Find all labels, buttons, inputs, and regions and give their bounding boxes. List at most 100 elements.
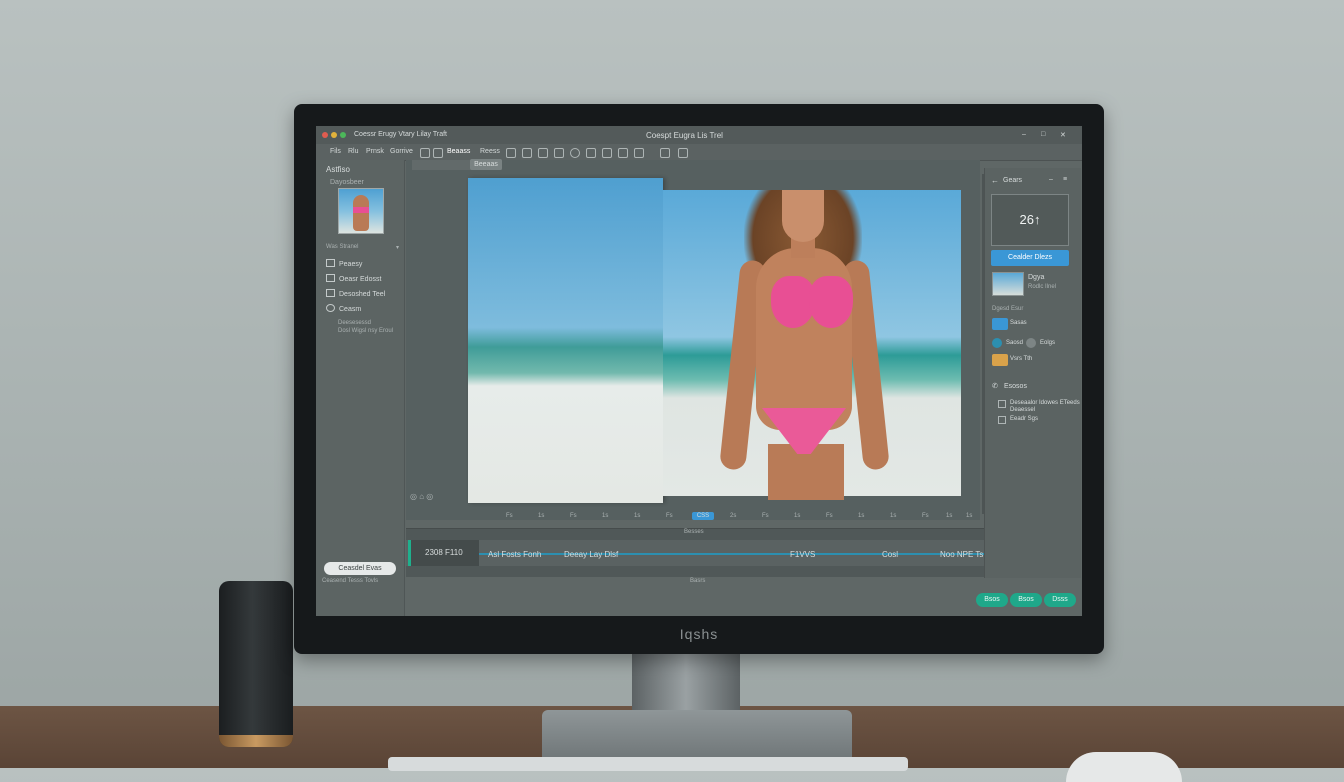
time-ruler[interactable]: Fs 1s Fs 1s 1s Fs 2s Fs 1s Fs 1s 1s Fs 1…: [506, 512, 976, 520]
ruler-tick: 1s: [858, 513, 865, 519]
sidebar-item-label: Ceasm: [339, 306, 362, 313]
window-maximize-button[interactable]: □: [1041, 131, 1045, 138]
sidebar-note-2: Dosl Wigsl nsy Eroul: [338, 328, 394, 334]
ruler-tick: Fs: [826, 513, 833, 519]
action-button-2[interactable]: Bsos: [1010, 593, 1042, 607]
back-arrow-icon[interactable]: ←: [991, 176, 999, 185]
edit-icon: [326, 274, 335, 282]
brush-tool-icon[interactable]: [570, 148, 580, 158]
export-button[interactable]: Ceasdel Evas: [324, 562, 396, 575]
sidebar-section-label: Was Stranel: [326, 244, 359, 250]
chevron-down-icon[interactable]: ▾: [396, 244, 399, 251]
preset-row-1[interactable]: Sasas: [1010, 320, 1027, 326]
bikini-top-right: [809, 276, 853, 328]
timeline-label-3[interactable]: F1VVS: [790, 550, 815, 559]
timeline-label-5[interactable]: Noo NPE Ts: [940, 550, 983, 559]
window-title-left: Coessr Erugy Vtary Lilay Traft: [354, 131, 447, 138]
ruler-tick: Fs: [570, 513, 577, 519]
text-tool-icon[interactable]: [538, 148, 548, 158]
layer-thumbnail[interactable]: [338, 188, 384, 234]
sidebar-item-label: Peaesy: [339, 261, 363, 268]
speaker-base-ring: [219, 735, 293, 747]
grid-tool-icon[interactable]: [506, 148, 516, 158]
copy-tool-icon[interactable]: [618, 148, 628, 158]
properties-header: Gears: [1003, 177, 1023, 184]
crop-tool-icon[interactable]: [420, 148, 430, 158]
active-tool-label[interactable]: Beaass: [447, 148, 470, 155]
apply-button[interactable]: Cealder Dlezs: [991, 250, 1069, 266]
select-tool-icon[interactable]: [586, 148, 596, 158]
ruler-tick: 1s: [794, 513, 801, 519]
timeline-footer: Basrs: [690, 578, 706, 584]
preset-thumb-1[interactable]: [992, 318, 1008, 330]
fill-tool-icon[interactable]: [602, 148, 612, 158]
minimize-dot-icon[interactable]: [331, 132, 337, 138]
shape-tool-icon[interactable]: [554, 148, 564, 158]
preset-thumb-2[interactable]: [992, 338, 1002, 348]
redo-tool-icon[interactable]: [678, 148, 688, 158]
sidebar-heading: Astfiso: [326, 165, 351, 174]
menu-view[interactable]: Gorrive: [390, 148, 413, 155]
menu-image[interactable]: Prnsk: [366, 148, 384, 155]
image-original-half[interactable]: [468, 178, 663, 503]
tools-icon: [326, 289, 335, 297]
app-window: Coessr Erugy Vtary Lilay Traft Coespt Eu…: [316, 126, 1082, 616]
zoom-controls-icon[interactable]: ◎ ⌂ ◎: [410, 492, 433, 501]
maximize-dot-icon[interactable]: [340, 132, 346, 138]
menu-edit[interactable]: Rlu: [348, 148, 359, 155]
preset-thumbnail[interactable]: [992, 272, 1024, 296]
export-tool-icon[interactable]: [634, 148, 644, 158]
playhead-marker[interactable]: CSS: [692, 512, 714, 520]
sidebar-item-label: Oeasr Edosst: [339, 276, 382, 283]
window-title-center: Coespt Eugra Lis Trel: [646, 131, 723, 140]
ruler-tick: Fs: [762, 513, 769, 519]
preset-row-2[interactable]: Saosd: [1006, 340, 1023, 346]
tool-label-2[interactable]: Reess: [480, 148, 500, 155]
preset-subtitle: Rodlc Ilnel: [1028, 284, 1057, 290]
preset-row-4[interactable]: Vsrs Tth: [1010, 356, 1032, 362]
speaker: [219, 581, 293, 747]
tab-label: Beeaas: [474, 161, 498, 168]
close-dot-icon[interactable]: [322, 132, 328, 138]
timeline-header: Besses: [684, 529, 704, 535]
window-close-button[interactable]: ✕: [1060, 131, 1066, 139]
title-bar: Coessr Erugy Vtary Lilay Traft Coespt Eu…: [316, 126, 1082, 144]
menu-file[interactable]: Fils: [330, 148, 341, 155]
align-tool-icon[interactable]: [522, 148, 532, 158]
keyboard: [388, 757, 908, 771]
action-button-3[interactable]: Dsss: [1044, 593, 1076, 607]
sidebar-item-1[interactable]: Peaesy: [326, 259, 362, 268]
checkbox-1-label: Deseaalor Idowes ETeeds: [1010, 400, 1080, 406]
menu-bar: Fils Rlu Prnsk Gorrive Beaass Reess: [316, 144, 1082, 161]
playhead-label: CSS: [696, 513, 710, 519]
timeline-clip[interactable]: 2308 F110: [408, 540, 479, 566]
ruler-tick: 1s: [634, 513, 641, 519]
window-minimize-button[interactable]: –: [1022, 131, 1026, 138]
timeline-label-1[interactable]: Asl Fosts Fonh: [488, 550, 541, 559]
timeline-track-line: [478, 553, 988, 555]
sidebar-item-2[interactable]: Oeasr Edosst: [326, 274, 381, 283]
sidebar-item-3[interactable]: Desoshed Teel: [326, 289, 385, 298]
wifi-icon: [326, 304, 335, 312]
menu-icon[interactable]: ≡: [1063, 176, 1067, 183]
sidebar-item-4[interactable]: Ceasm: [326, 304, 361, 313]
sidebar-footer-link[interactable]: Ceasend Tesss Tovls: [322, 578, 378, 584]
checkbox-2[interactable]: [998, 416, 1006, 424]
ruler-tick: 1s: [946, 513, 953, 519]
timeline-label-2[interactable]: Deeay Lay Dlsf: [564, 550, 618, 559]
presets-section-label: Dgesd Esur: [992, 306, 1024, 312]
checkbox-1[interactable]: [998, 400, 1006, 408]
sidebar-item-label: Desoshed Teel: [339, 291, 386, 298]
timeline-label-4[interactable]: Cosl: [882, 550, 898, 559]
action-button-1[interactable]: Bsos: [976, 593, 1008, 607]
preset-thumb-3[interactable]: [1026, 338, 1036, 348]
preset-thumb-4[interactable]: [992, 354, 1008, 366]
undo-tool-icon[interactable]: [660, 148, 670, 158]
layers-tool-icon[interactable]: [433, 148, 443, 158]
preset-row-3[interactable]: Eolgs: [1040, 340, 1055, 346]
size-value-display[interactable]: 26↑: [991, 194, 1069, 246]
collapse-icon[interactable]: –: [1049, 176, 1053, 183]
ruler-tick: Fs: [922, 513, 929, 519]
tab-document[interactable]: Beeaas: [470, 159, 502, 170]
timeline-clip-label: 2308 F110: [425, 548, 463, 557]
